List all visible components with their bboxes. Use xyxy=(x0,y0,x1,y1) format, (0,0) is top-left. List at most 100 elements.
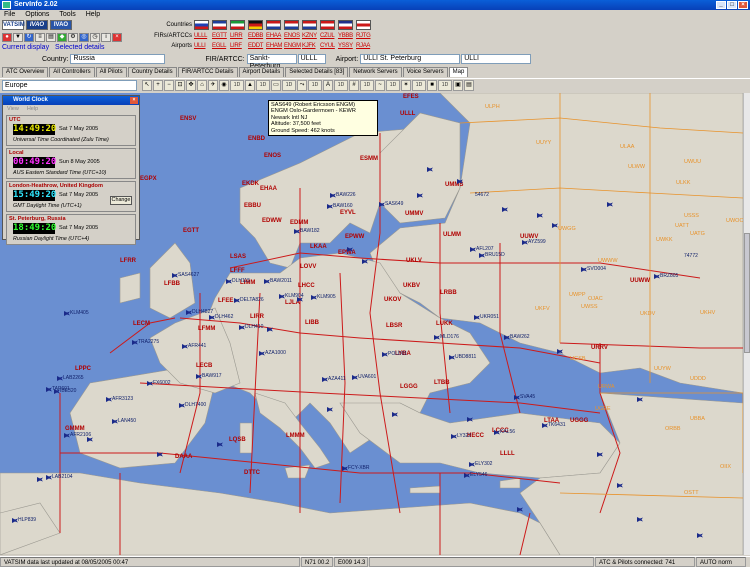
callsign-label[interactable]: UBD8811 xyxy=(455,354,477,360)
fir-label[interactable]: UKOV xyxy=(384,297,401,303)
fir-label-orange[interactable]: UGEE xyxy=(595,406,611,412)
settings-icon[interactable]: ⚙ xyxy=(68,33,78,42)
airport-code-link[interactable]: CYUL xyxy=(320,42,335,50)
flag-japan-icon[interactable] xyxy=(356,20,371,30)
airport-code-link[interactable]: ENGM xyxy=(284,42,301,50)
flag-russia-icon[interactable] xyxy=(194,20,209,30)
fir-label[interactable]: LECB xyxy=(196,363,213,369)
airport-code-input[interactable]: ULLI xyxy=(461,54,532,64)
fir-label-orange[interactable]: UWPP xyxy=(569,292,586,298)
maximize-button[interactable]: □ xyxy=(727,1,737,9)
fir-label[interactable]: LTBB xyxy=(434,380,450,386)
tab-airport-details[interactable]: Airport Details xyxy=(238,67,285,77)
fir-label[interactable]: LHCC xyxy=(298,283,315,289)
fir-label-orange[interactable]: UKFV xyxy=(535,306,550,312)
pointer-icon[interactable]: ↖ xyxy=(142,80,152,91)
fir-label[interactable]: LRBB xyxy=(440,290,457,296)
airport-code-link[interactable]: RJAA xyxy=(356,42,371,50)
flag-italy-icon[interactable] xyxy=(230,20,245,30)
callsign-label[interactable]: AYZ599 xyxy=(528,239,546,245)
fir-label-orange[interactable]: ULAA xyxy=(620,144,635,150)
callsign-label[interactable]: LAB2265 xyxy=(63,375,84,381)
airport-code-link[interactable]: LIRF xyxy=(230,42,245,50)
fir-label[interactable]: DTTC xyxy=(244,470,261,476)
callsign-label[interactable]: LAB2104 xyxy=(52,474,73,480)
airport-layer-icon[interactable]: ▲ xyxy=(245,80,255,91)
fir-label[interactable]: EYVL xyxy=(340,210,356,216)
fir-code-link[interactable]: EDBB xyxy=(248,32,263,40)
world-clock-menu-view[interactable]: View xyxy=(7,105,19,113)
fir-label-orange[interactable]: UKHV xyxy=(700,310,716,316)
callsign-label[interactable]: BRZ805 xyxy=(660,273,679,279)
airport-select[interactable]: ULLI St. Peterburg xyxy=(360,54,461,64)
fir-label-orange[interactable]: ULKK xyxy=(676,180,691,186)
vatsim-logo[interactable]: VATSIM xyxy=(2,20,25,30)
fir-code-link[interactable]: RJTG xyxy=(356,32,371,40)
minimize-button[interactable]: _ xyxy=(716,1,726,9)
callsign-label[interactable]: MLD176 xyxy=(440,334,459,340)
print-map-icon[interactable]: ▤ xyxy=(464,80,474,91)
callsign-label[interactable]: BRU15D xyxy=(485,252,505,258)
fir-label[interactable]: LPPC xyxy=(75,366,92,372)
fir-label[interactable]: LFEE xyxy=(218,298,233,304)
callsign-label[interactable]: ELY546 xyxy=(470,472,488,478)
fir-code-link[interactable]: ULLL xyxy=(194,32,209,40)
close-button[interactable]: × xyxy=(738,1,748,9)
fir-label[interactable]: LECM xyxy=(133,321,150,327)
airport-code-link[interactable]: ULLI xyxy=(194,42,209,50)
callsign-label[interactable]: DLH7400 xyxy=(185,402,206,408)
callsign-label[interactable]: TK6431 xyxy=(548,422,566,428)
fir-label-orange[interactable]: UWSS xyxy=(581,304,598,310)
callsign-label[interactable]: KLM905 xyxy=(317,294,336,300)
layer-4-button[interactable]: 1D xyxy=(308,80,322,91)
download-icon[interactable]: ▼ xyxy=(13,33,23,42)
atc-filter-icon[interactable]: ◉ xyxy=(219,80,229,91)
flag-netherlands-icon[interactable] xyxy=(266,20,281,30)
fir-label-orange[interactable]: OJAC xyxy=(588,296,603,302)
save-map-icon[interactable]: ▣ xyxy=(453,80,463,91)
fir-label-orange[interactable]: USSS xyxy=(684,213,699,219)
pan-icon[interactable]: ✥ xyxy=(186,80,196,91)
zoom-in-icon[interactable]: + xyxy=(153,80,163,91)
callsign-label[interactable]: DLH462 xyxy=(215,314,234,320)
menu-file[interactable]: File xyxy=(4,10,15,19)
fir-label[interactable]: UMMS xyxy=(445,182,463,188)
fir-label-orange[interactable]: ULWW xyxy=(628,164,646,170)
fir-label[interactable]: UGGG xyxy=(570,418,589,424)
flag-australia-icon[interactable] xyxy=(338,20,353,30)
tab-map[interactable]: Map xyxy=(448,67,469,77)
callsign-label[interactable]: DLH115 xyxy=(232,278,250,284)
callsign-label[interactable]: BAW917 xyxy=(202,373,222,379)
airport-code-link[interactable]: KJFK xyxy=(302,42,317,50)
callsign-label[interactable]: LY322 xyxy=(457,433,471,439)
fir-label-orange[interactable]: OSTT xyxy=(684,490,699,496)
fir-label[interactable]: LKAA xyxy=(310,244,327,250)
coast-layer-icon[interactable]: ~ xyxy=(375,80,385,91)
route-layer-icon[interactable]: ⤳ xyxy=(297,80,307,91)
callsign-label[interactable]: BAW160 xyxy=(333,203,353,209)
fir-label[interactable]: EHAA xyxy=(260,186,278,192)
print-icon[interactable]: ▤ xyxy=(46,33,56,42)
fir-label-orange[interactable]: UWWW xyxy=(598,258,618,264)
layer-1-button[interactable]: 1D xyxy=(230,80,244,91)
callsign-label[interactable]: UVA601 xyxy=(358,374,376,380)
fir-label[interactable]: LFRR xyxy=(120,258,137,264)
callsign-label[interactable]: LAN450 xyxy=(118,418,136,424)
zoom-out-icon[interactable]: − xyxy=(164,80,174,91)
filter-icon[interactable]: ≡ xyxy=(35,33,45,42)
tab-fir-artcc-details[interactable]: FIR/ARTCC Details xyxy=(177,67,238,77)
refresh-icon[interactable]: ↻ xyxy=(24,33,34,42)
callsign-label[interactable]: DELTA826 xyxy=(240,297,264,303)
tab-voice-servers[interactable]: Voice Servers xyxy=(402,67,448,77)
clock-change-button[interactable]: Change xyxy=(110,196,132,205)
callsign-label[interactable]: ELY302 xyxy=(475,461,493,467)
fir-label[interactable]: EFES xyxy=(403,94,419,100)
layer-9-button[interactable]: 1D xyxy=(438,80,452,91)
fir-code-link[interactable]: KZNY xyxy=(302,32,317,40)
map-icon[interactable]: ◆ xyxy=(57,33,67,42)
tab-all-controllers[interactable]: All Controllers xyxy=(49,67,95,77)
callsign-label[interactable]: SVO004 xyxy=(587,266,606,272)
fir-label-orange[interactable]: UDDD xyxy=(690,376,706,382)
fir-label[interactable]: UUWW xyxy=(630,278,650,284)
fir-label[interactable]: EGTT xyxy=(183,228,199,234)
